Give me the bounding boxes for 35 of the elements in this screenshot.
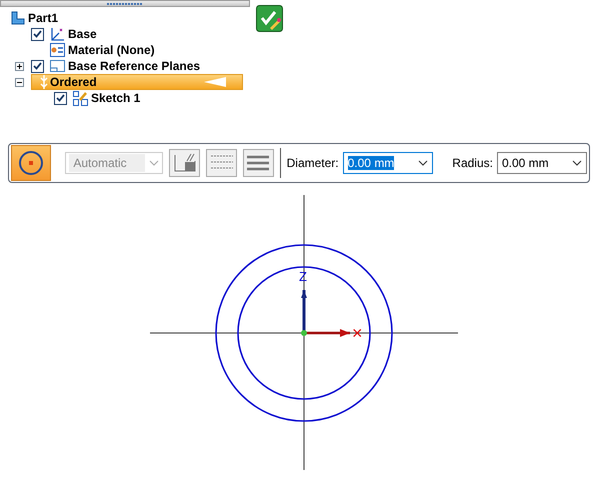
material-icon [50,43,65,57]
line-weight-button[interactable] [242,149,274,177]
line-style-button[interactable] [206,149,237,177]
radius-field[interactable]: 0.00 mm [496,152,587,174]
grip-bar[interactable] [0,0,250,7]
triangle-icon [204,77,226,87]
sketch-icon [73,90,88,106]
thick-lines-icon [246,154,270,172]
circle-tool-button[interactable] [11,145,52,181]
checkbox[interactable] [54,92,67,104]
tree-item-label: Ordered [50,74,97,91]
diameter-field[interactable]: 0.00 mm [342,152,433,174]
circle-icon [18,150,44,176]
tree-item-label[interactable]: Part1 [28,9,58,27]
axes-icon [50,27,65,41]
checkbox[interactable] [31,28,44,40]
tree-item-label[interactable]: Material (None) [68,41,155,59]
part-icon [11,11,25,25]
ordered-icon [40,75,48,89]
field-label: Radius: [452,155,493,172]
tree-item-label[interactable]: Base Reference Planes [68,57,200,75]
plane-icon [50,59,65,73]
checkbox[interactable] [31,60,44,72]
chevron-down-icon [418,160,428,166]
accept-icon[interactable] [256,5,283,32]
chevron-down-icon [149,160,160,166]
expand-icon[interactable] [15,62,24,70]
chevron-down-icon [572,160,582,166]
collapse-icon[interactable] [15,78,24,86]
tree-item-label[interactable]: Sketch 1 [91,89,140,107]
tree-item-label[interactable]: Base [68,25,97,43]
fill-icon [172,153,197,173]
fill-style-button[interactable] [169,149,200,177]
field-label: Diameter: [286,155,339,172]
tree-item[interactable]: Ordered [31,74,243,90]
